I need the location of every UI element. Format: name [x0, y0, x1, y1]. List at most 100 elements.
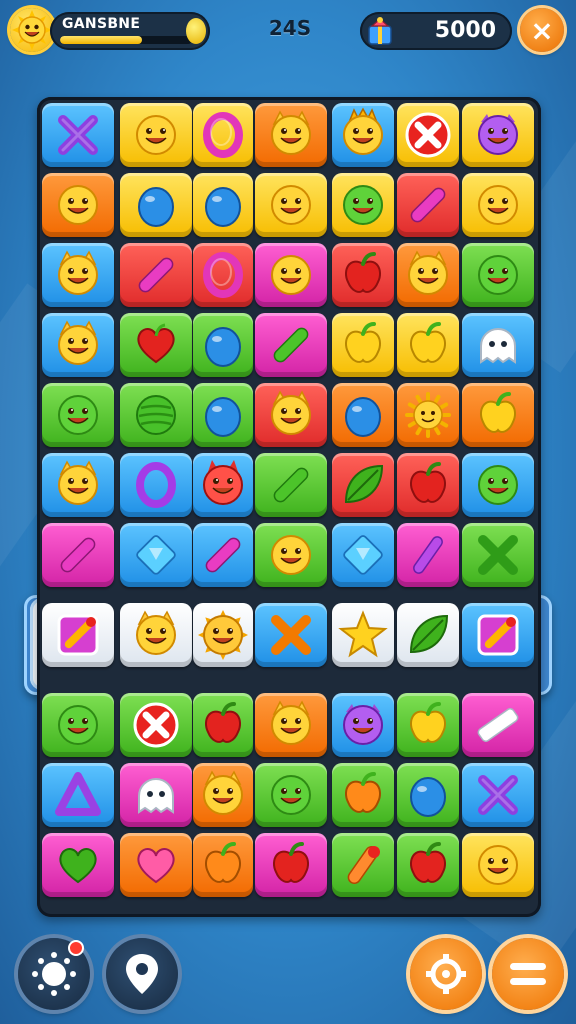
game-tile[interactable]	[193, 603, 253, 667]
game-tile[interactable]	[42, 523, 114, 587]
game-tile[interactable]	[42, 693, 114, 757]
map-button[interactable]	[106, 938, 178, 1010]
game-tile[interactable]	[397, 243, 459, 307]
game-tile[interactable]	[462, 833, 534, 897]
game-tile[interactable]	[120, 763, 192, 827]
game-tile[interactable]	[120, 603, 192, 667]
game-tile[interactable]	[397, 383, 459, 447]
game-tile[interactable]	[255, 693, 327, 757]
settings-button[interactable]	[18, 938, 90, 1010]
blue-drop-icon	[345, 397, 381, 437]
game-tile[interactable]	[255, 313, 327, 377]
game-tile[interactable]	[332, 313, 394, 377]
game-tile[interactable]	[332, 603, 394, 667]
game-tile[interactable]	[193, 523, 253, 587]
game-tile[interactable]	[397, 103, 459, 167]
game-tile[interactable]	[120, 103, 192, 167]
game-tile[interactable]	[255, 383, 327, 447]
game-tile[interactable]	[42, 243, 114, 307]
sun-icon	[405, 392, 451, 438]
game-tile[interactable]	[462, 763, 534, 827]
game-tile[interactable]	[42, 763, 114, 827]
game-tile[interactable]	[462, 313, 534, 377]
game-tile[interactable]	[42, 383, 114, 447]
game-tile[interactable]	[397, 313, 459, 377]
game-tile[interactable]	[332, 103, 394, 167]
blue-drop-icon	[410, 777, 446, 817]
game-tile[interactable]	[332, 763, 394, 827]
game-tile[interactable]	[397, 763, 459, 827]
game-tile[interactable]	[397, 173, 459, 237]
game-tile[interactable]	[193, 693, 253, 757]
game-tile[interactable]	[397, 453, 459, 517]
game-tile[interactable]	[332, 383, 394, 447]
game-tile[interactable]	[255, 763, 327, 827]
game-tile[interactable]	[42, 603, 114, 667]
game-tile[interactable]	[462, 383, 534, 447]
location-pin-icon	[126, 954, 158, 994]
game-tile[interactable]	[193, 763, 253, 827]
game-tile[interactable]	[255, 243, 327, 307]
game-tile[interactable]	[255, 603, 327, 667]
game-tile[interactable]	[42, 833, 114, 897]
game-tile[interactable]	[120, 313, 192, 377]
game-tile[interactable]	[120, 383, 192, 447]
menu-button[interactable]	[492, 938, 564, 1010]
ring-purple-icon	[136, 462, 176, 508]
game-tile[interactable]	[120, 693, 192, 757]
game-tile[interactable]	[462, 453, 534, 517]
game-tile[interactable]	[193, 103, 253, 167]
game-tile[interactable]	[255, 173, 327, 237]
game-tile[interactable]	[193, 383, 253, 447]
x-orange-icon	[271, 615, 311, 655]
game-tile[interactable]	[462, 103, 534, 167]
red-apple-icon	[409, 842, 447, 883]
game-tile[interactable]	[397, 833, 459, 897]
game-tile[interactable]	[120, 243, 192, 307]
game-tile[interactable]	[120, 523, 192, 587]
game-tile[interactable]	[255, 103, 327, 167]
game-tile[interactable]	[462, 693, 534, 757]
game-tile[interactable]	[193, 833, 253, 897]
yellow-apple-icon	[479, 392, 517, 433]
game-tile[interactable]	[462, 523, 534, 587]
ghost-icon	[480, 328, 516, 364]
game-tile[interactable]	[462, 603, 534, 667]
game-tile[interactable]	[120, 833, 192, 897]
smiley-cat-icon	[271, 700, 311, 745]
green-stick-icon	[273, 467, 309, 503]
game-tile[interactable]	[42, 453, 114, 517]
game-tile[interactable]	[255, 523, 327, 587]
game-tile[interactable]	[255, 453, 327, 517]
game-tile[interactable]	[332, 833, 394, 897]
game-tile[interactable]	[193, 173, 253, 237]
game-tile[interactable]	[193, 243, 253, 307]
game-tile[interactable]	[462, 243, 534, 307]
game-tile[interactable]	[332, 453, 394, 517]
green-smiley-icon	[478, 465, 518, 505]
game-tile[interactable]	[120, 173, 192, 237]
blue-drop-icon	[205, 397, 241, 437]
game-tile[interactable]	[397, 523, 459, 587]
game-tile[interactable]	[332, 243, 394, 307]
game-tile[interactable]	[397, 603, 459, 667]
game-tile[interactable]	[42, 173, 114, 237]
close-button[interactable]: ×	[520, 8, 564, 52]
game-tile[interactable]	[255, 833, 327, 897]
game-tile[interactable]	[193, 453, 253, 517]
game-tile[interactable]	[332, 173, 394, 237]
notification-dot	[68, 940, 84, 956]
player-avatar[interactable]	[10, 8, 54, 52]
target-button[interactable]	[410, 938, 482, 1010]
game-tile[interactable]	[462, 173, 534, 237]
game-tile[interactable]	[332, 693, 394, 757]
game-tile[interactable]	[193, 313, 253, 377]
game-tile[interactable]	[397, 693, 459, 757]
purple-monster-icon	[343, 704, 383, 745]
game-tile[interactable]	[42, 103, 114, 167]
smiley-cat-icon	[58, 460, 98, 505]
game-tile[interactable]	[332, 523, 394, 587]
game-tile[interactable]	[120, 453, 192, 517]
game-tile[interactable]	[42, 313, 114, 377]
yellow-apple-icon	[409, 322, 447, 363]
